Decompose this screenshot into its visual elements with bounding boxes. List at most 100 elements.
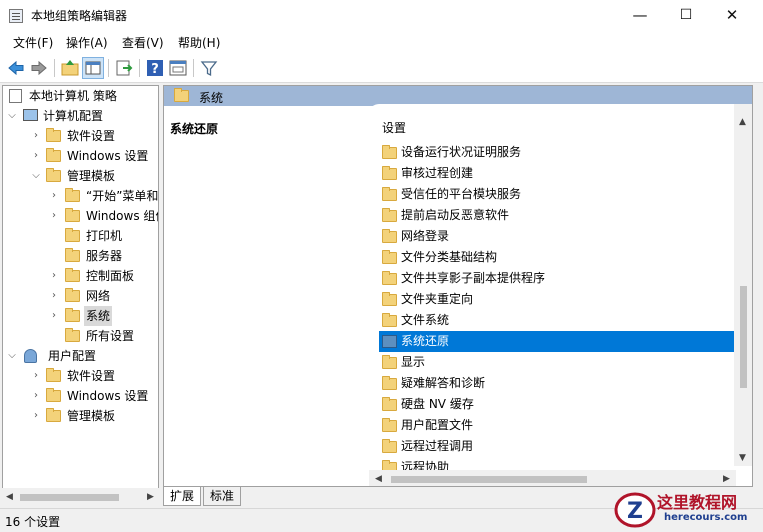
setting-row[interactable]: 用户配置文件	[379, 415, 736, 436]
menu-file[interactable]: 文件(F)	[13, 34, 53, 51]
setting-row-label: 显示	[401, 355, 426, 369]
tree-label: Windows 设置	[67, 389, 149, 403]
user-icon	[24, 349, 37, 363]
svg-text:?: ?	[151, 62, 159, 77]
toolbar-separator	[108, 59, 109, 77]
scroll-up-icon[interactable]: ▲	[739, 117, 746, 127]
folder-icon	[46, 128, 61, 142]
up-folder-icon[interactable]	[59, 57, 81, 79]
folder-icon	[65, 248, 80, 262]
settings-list: 设置 设备运行状况证明服务 审核过程创建 受信任的平台模块服务提前启动反恶意软件网络…	[369, 104, 752, 486]
chevron-right-icon[interactable]: ›	[31, 406, 41, 426]
watermark: Z 这里教程网 herecours.com	[612, 487, 763, 532]
setting-row[interactable]: 受信任的平台模块服务	[379, 184, 736, 205]
folder-icon	[382, 439, 397, 453]
setting-row[interactable]: 文件系统	[379, 310, 736, 331]
chevron-right-icon[interactable]: ›	[49, 186, 59, 206]
tab-extended[interactable]: 扩展	[163, 487, 202, 506]
menu-view[interactable]: 查看(V)	[122, 34, 164, 51]
status-text: 16 个设置	[5, 515, 61, 529]
tree-label: 用户配置	[48, 349, 97, 363]
scroll-down-icon[interactable]: ▼	[739, 453, 746, 463]
setting-row[interactable]: 疑难解答和诊断	[379, 373, 736, 394]
help-icon[interactable]: ?	[144, 57, 166, 79]
folder-icon	[65, 188, 80, 202]
column-header-setting[interactable]: 设置	[382, 119, 406, 136]
computer-icon	[23, 109, 38, 121]
setting-row[interactable]: 显示	[379, 352, 736, 373]
properties-icon[interactable]	[167, 57, 189, 79]
folder-icon	[382, 292, 397, 306]
setting-row[interactable]: 远程过程调用	[379, 436, 736, 457]
chevron-down-icon[interactable]: ⌵	[31, 166, 41, 186]
toolbar-separator	[139, 59, 140, 77]
setting-row-label: 文件夹重定向	[401, 292, 474, 306]
setting-row[interactable]: 网络登录	[379, 226, 736, 247]
export-list-icon[interactable]	[113, 57, 135, 79]
menu-action[interactable]: 操作(A)	[66, 34, 108, 51]
tree-label: Windows 组件	[86, 209, 158, 223]
setting-row[interactable]: 文件分类基础结构	[379, 247, 736, 268]
setting-row-label: 提前启动反恶意软件	[401, 208, 510, 222]
tree-horizontal-scrollbar[interactable]: ◀ ▶	[2, 488, 159, 507]
tree-label: 软件设置	[67, 129, 116, 143]
scroll-left-icon[interactable]: ◀	[375, 474, 382, 484]
scrollbar-thumb[interactable]	[20, 494, 119, 501]
maximize-button[interactable]: ☐	[663, 0, 709, 31]
back-arrow-icon[interactable]	[5, 57, 27, 79]
chevron-right-icon[interactable]: ›	[31, 126, 41, 146]
filter-icon[interactable]	[198, 57, 220, 79]
chevron-right-icon[interactable]: ›	[31, 146, 41, 166]
tab-standard[interactable]: 标准	[203, 487, 242, 506]
setting-row[interactable]: 硬盘 NV 缓存	[379, 394, 736, 415]
setting-row[interactable]: 文件共享影子副本提供程序	[379, 268, 736, 289]
window-title: 本地组策略编辑器	[31, 9, 128, 23]
folder-icon	[382, 187, 397, 201]
chevron-right-icon[interactable]: ›	[49, 306, 59, 326]
folder-icon	[46, 168, 61, 182]
scroll-right-icon[interactable]: ▶	[723, 474, 730, 484]
forward-arrow-icon[interactable]	[28, 57, 50, 79]
folder-icon	[46, 148, 61, 162]
list-horizontal-scrollbar[interactable]: ◀ ▶	[369, 470, 736, 486]
setting-row[interactable]: 文件夹重定向	[379, 289, 736, 310]
chevron-right-icon[interactable]: ›	[49, 266, 59, 286]
setting-row[interactable]: 设备运行状况证明服务	[379, 142, 736, 163]
setting-row-label: 用户配置文件	[401, 418, 474, 432]
menu-help[interactable]: 帮助(H)	[178, 34, 220, 51]
toolbar-separator	[193, 59, 194, 77]
chevron-right-icon[interactable]: ›	[31, 386, 41, 406]
tree-label: 服务器	[86, 249, 123, 263]
scroll-right-icon[interactable]: ▶	[147, 492, 154, 502]
show-tree-icon[interactable]	[82, 57, 104, 79]
folder-open-icon	[65, 308, 80, 322]
scroll-left-icon[interactable]: ◀	[6, 492, 13, 502]
chevron-right-icon[interactable]: ›	[49, 286, 59, 306]
tree-label: Windows 设置	[67, 149, 149, 163]
folder-icon	[382, 250, 397, 264]
tree-label: 计算机配置	[43, 109, 104, 123]
scrollbar-thumb[interactable]	[740, 286, 747, 388]
setting-row-label: 文件分类基础结构	[401, 250, 498, 264]
setting-row[interactable]: 系统还原	[379, 331, 736, 352]
vertical-scrollbar[interactable]: ▲ ▼	[734, 104, 752, 466]
tree-label: 所有设置	[86, 329, 135, 343]
chevron-down-icon[interactable]: ⌵	[7, 346, 17, 366]
chevron-right-icon[interactable]: ›	[49, 206, 59, 226]
tree-label: 管理模板	[67, 169, 116, 183]
folder-icon	[382, 208, 397, 222]
close-button[interactable]: ✕	[709, 0, 755, 31]
details-pane: 系统 系统还原 设置 设备运行状况证明服务 审核过程创建 受信任的平台模块服务 提前启…	[163, 85, 753, 487]
tree-label: “开始”菜单和	[86, 189, 159, 203]
scrollbar-thumb[interactable]	[391, 476, 587, 483]
menu-bar: 文件(F) 操作(A) 查看(V) 帮助(H)	[0, 31, 763, 53]
folder-icon	[382, 166, 397, 180]
minimize-button[interactable]: —	[617, 0, 663, 31]
chevron-down-icon[interactable]: ⌵	[7, 106, 17, 126]
setting-row[interactable]: 提前启动反恶意软件	[379, 205, 736, 226]
chevron-right-icon[interactable]: ›	[31, 366, 41, 386]
setting-row[interactable]: 审核过程创建	[379, 163, 736, 184]
folder-icon	[46, 388, 61, 402]
setting-row-label: 文件共享影子副本提供程序	[401, 271, 546, 285]
tree-label: 打印机	[86, 229, 123, 243]
